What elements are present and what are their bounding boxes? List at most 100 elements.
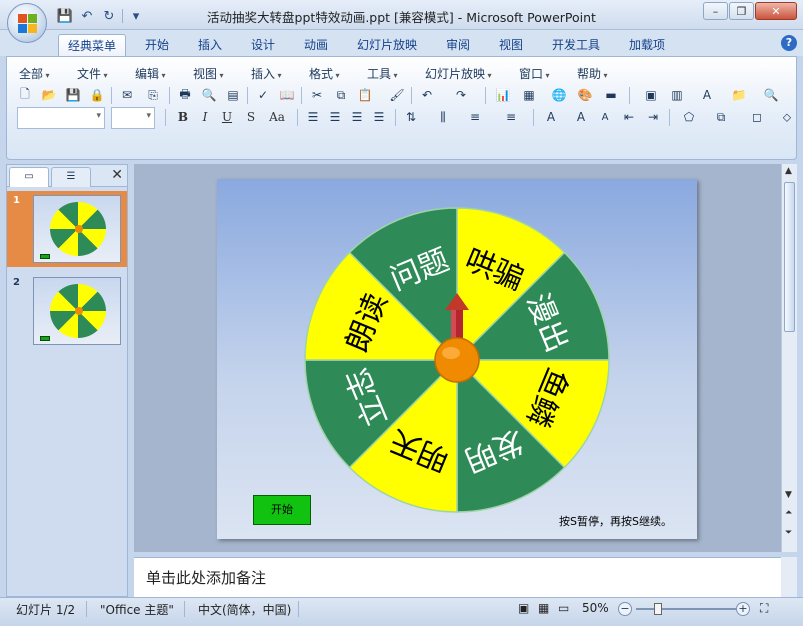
publish-icon[interactable]: ⎘ (143, 85, 163, 105)
cut-icon[interactable]: ✂ (307, 85, 327, 105)
menu-tools[interactable]: 工具 (367, 65, 398, 82)
zoom-level[interactable]: 50% (582, 601, 609, 615)
research-icon[interactable]: 📖 (277, 85, 297, 105)
help-icon[interactable]: ? (781, 35, 797, 51)
quick-styles-icon[interactable]: ◻ (747, 107, 767, 127)
zoom-out-icon[interactable]: − (618, 602, 632, 616)
slide-sorter-icon[interactable]: ▦ (538, 601, 549, 615)
font-size-combo[interactable] (111, 107, 155, 129)
notes-placeholder[interactable]: 单击此处添加备注 (146, 567, 266, 588)
grow-font-icon[interactable]: A (571, 107, 591, 127)
close-button[interactable]: ✕ (755, 2, 797, 20)
print-icon[interactable]: 🖶 (175, 85, 195, 105)
start-button[interactable]: 开始 (253, 495, 311, 525)
slide-thumbnail-1[interactable]: 1 (7, 191, 127, 267)
tab-slideshow[interactable]: 幻灯片放映 (352, 34, 422, 56)
font-name-combo[interactable] (17, 107, 105, 129)
new-file-icon[interactable]: 🗋 (15, 85, 35, 105)
scroll-down-icon[interactable]: ▼ (785, 490, 792, 500)
color-grayscale-icon[interactable]: ▬ (601, 85, 621, 105)
menu-view[interactable]: 视图 (193, 65, 224, 82)
change-case-button[interactable]: Aa (263, 107, 291, 127)
bullets-icon[interactable]: ≡ (501, 107, 521, 127)
layout-icon[interactable]: ▥ (667, 85, 687, 105)
text-direction-icon[interactable]: ⇅ (401, 107, 421, 127)
menu-format[interactable]: 格式 (309, 65, 340, 82)
menu-insert[interactable]: 插入 (251, 65, 282, 82)
decrease-indent-icon[interactable]: ⇤ (619, 107, 639, 127)
tab-animation[interactable]: 动画 (299, 34, 333, 56)
italic-button[interactable]: I (195, 107, 215, 127)
close-pane-icon[interactable]: ✕ (111, 167, 123, 183)
tab-insert[interactable]: 插入 (193, 34, 227, 56)
outline-tab[interactable]: ☰ (51, 167, 91, 187)
format-painter-icon[interactable]: 🖌 (387, 85, 407, 105)
restore-button[interactable]: ❐ (729, 2, 754, 20)
scroll-thumb[interactable] (784, 182, 795, 332)
redo-icon[interactable]: ↷ (451, 85, 471, 105)
chart-icon[interactable]: 📊 (493, 85, 513, 105)
minimize-button[interactable]: – (703, 2, 728, 20)
justify-icon[interactable]: ☰ (369, 107, 389, 127)
page-view-icon[interactable]: ▤ (223, 85, 243, 105)
new-slide-icon[interactable]: ▣ (641, 85, 661, 105)
numbering-icon[interactable]: ≡ (465, 107, 485, 127)
hyperlink-icon[interactable]: 🌐 (549, 85, 569, 105)
font-color-icon[interactable]: A (541, 107, 561, 127)
tab-review[interactable]: 审阅 (441, 34, 475, 56)
shadow-button[interactable]: S (241, 107, 261, 127)
language-indicator[interactable]: 中文(简体，中国) (198, 601, 291, 618)
paste-icon[interactable]: 📋 (355, 85, 375, 105)
zoom-knob[interactable] (654, 603, 663, 615)
table-icon[interactable]: ▦ (519, 85, 539, 105)
fit-to-window-icon[interactable]: ⛶ (760, 601, 768, 616)
tab-home[interactable]: 开始 (140, 34, 174, 56)
copy-icon[interactable]: ⧉ (331, 85, 351, 105)
spelling-icon[interactable]: ✓ (253, 85, 273, 105)
shapes-icon[interactable]: ⬠ (679, 107, 699, 127)
zoom-slider[interactable]: − + (618, 602, 750, 616)
align-center-icon[interactable]: ☰ (325, 107, 345, 127)
textbox-icon[interactable]: A (697, 85, 717, 105)
align-right-icon[interactable]: ☰ (347, 107, 367, 127)
tab-developer[interactable]: 开发工具 (546, 34, 606, 56)
menu-window[interactable]: 窗口 (519, 65, 550, 82)
current-slide[interactable]: 哄骗 漫出 鱼鳞 发明 明天 立志 朗读 问题 开始 按S暂停，再按S继续。 (217, 179, 697, 539)
normal-view-icon[interactable]: ▣ (518, 601, 529, 615)
open-file-icon[interactable]: 📂 (39, 85, 59, 105)
menu-edit[interactable]: 编辑 (135, 65, 166, 82)
zoom-in-icon[interactable]: + (736, 602, 750, 616)
menu-help[interactable]: 帮助 (577, 65, 608, 82)
save-icon[interactable]: 💾 (63, 85, 83, 105)
bold-button[interactable]: B (173, 107, 193, 127)
scroll-up-icon[interactable]: ▲ (785, 166, 792, 176)
notes-pane[interactable]: 单击此处添加备注 (134, 557, 781, 597)
tab-view[interactable]: 视图 (494, 34, 528, 56)
folder-icon[interactable]: 📁 (729, 85, 749, 105)
tab-addins[interactable]: 加载项 (624, 34, 670, 56)
arrange-icon[interactable]: ⧉ (711, 107, 731, 127)
shape-fill-icon[interactable]: ⬦ (777, 107, 797, 127)
underline-button[interactable]: U (217, 107, 237, 127)
previous-slide-icon[interactable]: ⏶ (785, 508, 792, 518)
next-slide-icon[interactable]: ⏷ (785, 528, 792, 538)
columns-icon[interactable]: ⫼ (433, 107, 453, 127)
shrink-font-icon[interactable]: A (595, 107, 615, 127)
color-icon[interactable]: 🎨 (575, 85, 595, 105)
slide-thumbnail-2[interactable]: 2 (7, 273, 127, 349)
permission-icon[interactable]: 🔒 (87, 85, 107, 105)
print-preview-icon[interactable]: 🔍 (199, 85, 219, 105)
search-icon[interactable]: 🔍 (761, 85, 781, 105)
menu-file[interactable]: 文件 (77, 65, 108, 82)
theme-name[interactable]: "Office 主题" (100, 601, 174, 618)
tab-design[interactable]: 设计 (246, 34, 280, 56)
undo-icon[interactable]: ↶ (417, 85, 437, 105)
align-left-icon[interactable]: ☰ (303, 107, 323, 127)
slide-scrollbar[interactable]: ▲ ▼ ⏶ ⏷ (781, 164, 797, 552)
menu-slideshow[interactable]: 幻灯片放映 (425, 65, 492, 82)
notes-scrollbar[interactable] (781, 557, 797, 597)
increase-indent-icon[interactable]: ⇥ (643, 107, 663, 127)
slideshow-view-icon[interactable]: ▭ (558, 601, 569, 615)
tab-classic-menu[interactable]: 经典菜单 (58, 34, 126, 56)
email-icon[interactable]: ✉ (117, 85, 137, 105)
